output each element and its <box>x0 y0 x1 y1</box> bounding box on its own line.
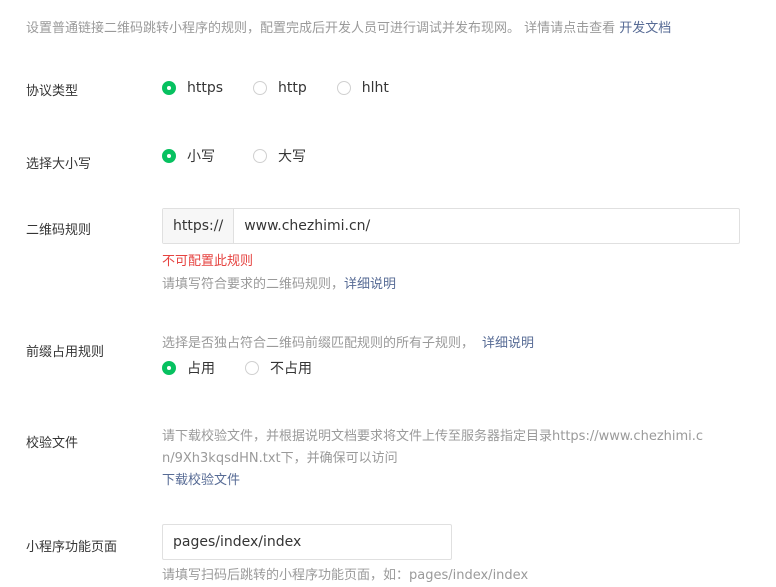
case-label: 选择大小写 <box>26 157 92 172</box>
qr-rule-prefix: https:// <box>163 209 235 243</box>
qr-rule-hint: 请填写符合要求的二维码规则，详细说明 <box>162 277 397 292</box>
qr-rule-label: 二维码规则 <box>26 223 92 238</box>
download-verify-file-link[interactable]: 下载校验文件 <box>162 473 240 488</box>
radio-unchecked-icon <box>336 81 351 95</box>
qr-rule-field: https:// <box>162 208 740 244</box>
case-radio-upper[interactable]: 大写 <box>253 146 306 166</box>
prefix-rule-radio-occupy[interactable]: 占用 <box>162 358 215 378</box>
verify-file-label: 校验文件 <box>26 436 79 451</box>
qr-rule-input[interactable] <box>234 209 739 243</box>
protocol-radio-group: https http hlht <box>162 80 419 96</box>
protocol-radio-https[interactable]: https <box>162 80 223 96</box>
protocol-label: 协议类型 <box>26 84 79 99</box>
radio-checked-icon <box>162 81 176 95</box>
intro-description: 设置普通链接二维码跳转小程序的规则，配置完成后开发人员可进行调试并发布现网。 详… <box>26 21 620 36</box>
protocol-radio-http[interactable]: http <box>253 80 307 96</box>
qr-rule-error: 不可配置此规则 <box>162 254 254 269</box>
verify-file-desc-line2: n/9Xh3kqsdHN.txt下，并确保可以访问 <box>162 451 398 466</box>
radio-unchecked-icon <box>245 361 259 375</box>
page-path-input[interactable] <box>163 525 451 559</box>
page-path-label: 小程序功能页面 <box>26 540 118 555</box>
page-path-field <box>162 524 452 560</box>
radio-checked-icon <box>162 149 176 163</box>
page-path-hint: 请填写扫码后跳转的小程序功能页面，如：pages/index/index <box>162 568 529 583</box>
radio-unchecked-icon <box>253 149 267 163</box>
verify-file-desc-line1: 请下载校验文件，并根据说明文档要求将文件上传至服务器指定目录https://ww… <box>162 429 704 444</box>
prefix-rule-label: 前缀占用规则 <box>26 345 105 360</box>
prefix-rule-desc: 选择是否独占符合二维码前缀匹配规则的所有子规则， 详细说明 <box>162 336 535 351</box>
verify-file-download-wrap: 下载校验文件 <box>162 470 240 492</box>
case-radio-group: 小写 大写 <box>162 146 336 166</box>
prefix-rule-radio-not-occupy[interactable]: 不占用 <box>245 358 312 378</box>
case-radio-lower[interactable]: 小写 <box>162 146 215 166</box>
dev-docs-link[interactable]: 开发文档 <box>619 21 671 36</box>
prefix-rule-detail-link[interactable]: 详细说明 <box>482 336 534 351</box>
intro-text: 设置普通链接二维码跳转小程序的规则，配置完成后开发人员可进行调试并发布现网。 详… <box>26 17 671 36</box>
prefix-rule-radio-group: 占用 不占用 <box>162 358 342 378</box>
qr-rule-detail-link[interactable]: 详细说明 <box>344 277 396 292</box>
radio-checked-icon <box>162 361 176 375</box>
protocol-radio-hlht[interactable]: hlht <box>336 80 389 96</box>
radio-unchecked-icon <box>253 81 268 95</box>
